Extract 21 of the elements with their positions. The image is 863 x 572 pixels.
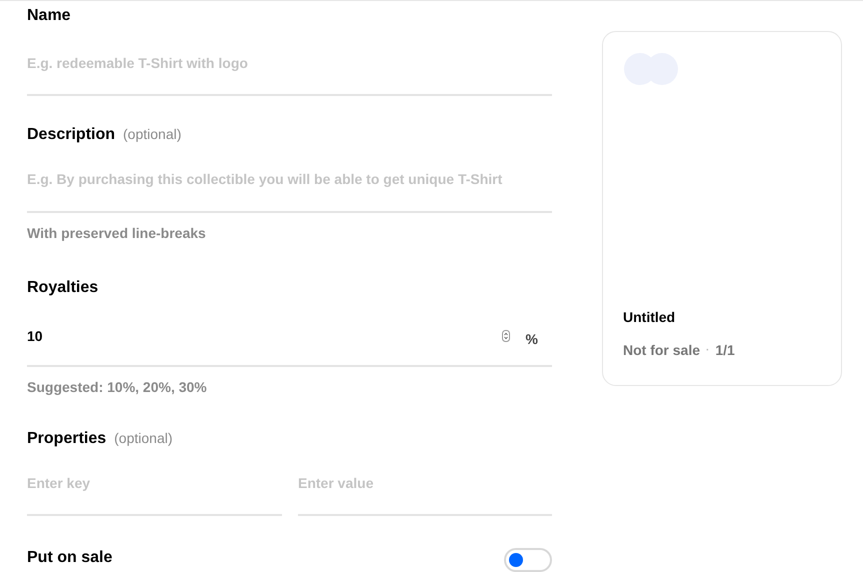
toggle-switch[interactable] [504, 548, 552, 572]
description-input[interactable]: E.g. By purchasing this collectible you will be able to get unique T-Shirt [27, 169, 552, 213]
key-input[interactable]: Enter key [27, 473, 282, 516]
properties-label: Properties [27, 429, 106, 449]
royalties-hint: Suggested: 10%, 20%, 30% [27, 378, 208, 397]
royalties-input[interactable]: 10 % [27, 323, 552, 367]
description-label: Description [27, 125, 116, 145]
stepper-icon[interactable] [502, 330, 510, 342]
value-input[interactable]: Enter value [298, 473, 552, 516]
name-input[interactable]: E.g. redeemable T-Shirt with logo [27, 53, 552, 96]
preview-title: Untitled [623, 308, 676, 327]
description-hint: With preserved line-breaks [27, 224, 207, 243]
optional-label: (optional) [123, 125, 182, 144]
royalties-label: Royalties [27, 279, 98, 296]
sale-status: Not for sale [623, 341, 700, 360]
percent-unit: % [526, 330, 538, 348]
put-on-sale-label: Put on sale [27, 548, 112, 568]
optional-label: (optional) [114, 429, 173, 448]
separator-dot: · [706, 344, 710, 358]
edition-count: 1/1 [715, 341, 735, 360]
name-label: Name [27, 7, 71, 24]
